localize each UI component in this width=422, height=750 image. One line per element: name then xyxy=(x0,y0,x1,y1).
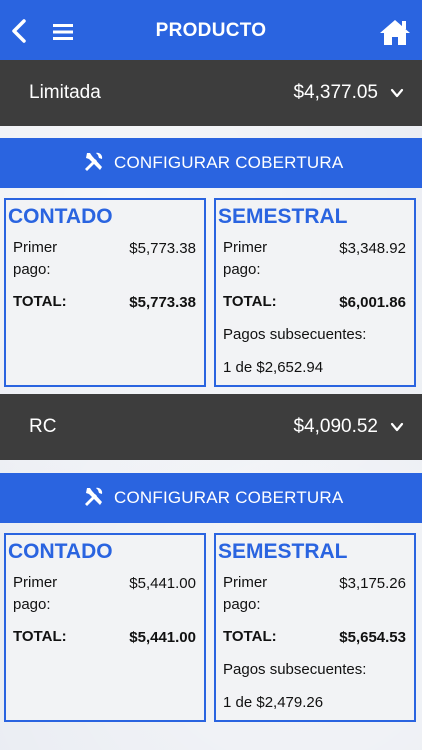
total-value: $5,773.38 xyxy=(129,294,196,311)
plan-name: RC xyxy=(29,416,57,437)
plan-price: $4,377.05 xyxy=(293,82,378,103)
home-icon[interactable] xyxy=(378,17,412,47)
plan-name: Limitada xyxy=(29,82,101,103)
semestral-card: SEMESTRAL Primer pago: $3,175.26 TOTAL: … xyxy=(214,533,416,722)
total-value: $6,001.86 xyxy=(339,294,406,311)
card-title: SEMESTRAL xyxy=(218,540,348,563)
plan-price: $4,090.52 xyxy=(293,416,378,437)
configure-coverage-label: CONFIGURAR COBERTURA xyxy=(114,153,344,172)
subsequent-payments-label: Pagos subsecuentes: xyxy=(223,661,367,678)
card-title: CONTADO xyxy=(8,205,113,228)
first-payment-label: Primer pago: xyxy=(13,239,58,278)
page-title: PRODUCTO xyxy=(155,20,267,41)
contado-card: CONTADO Primer pago: $5,773.38 TOTAL: $5… xyxy=(4,198,206,387)
total-value: $5,441.00 xyxy=(129,629,196,646)
total-label: TOTAL: xyxy=(13,628,67,645)
card-title: SEMESTRAL xyxy=(218,205,348,228)
first-payment-value: $3,175.26 xyxy=(339,575,406,592)
top-bar: PRODUCTO xyxy=(0,0,422,60)
plan-row-rc[interactable]: RC $4,090.52 xyxy=(0,394,422,460)
tools-icon xyxy=(85,152,103,171)
configure-coverage-button[interactable]: CONFIGURAR COBERTURA xyxy=(0,473,422,523)
total-label: TOTAL: xyxy=(223,628,277,645)
configure-coverage-label: CONFIGURAR COBERTURA xyxy=(114,488,344,507)
contado-card: CONTADO Primer pago: $5,441.00 TOTAL: $5… xyxy=(4,533,206,722)
total-label: TOTAL: xyxy=(223,293,277,310)
first-payment-value: $5,773.38 xyxy=(129,240,196,257)
first-payment-value: $3,348.92 xyxy=(339,240,406,257)
subsequent-payments-value: 1 de $2,479.26 xyxy=(223,694,324,711)
total-label: TOTAL: xyxy=(13,293,67,310)
chevron-down-icon xyxy=(390,422,404,432)
first-payment-value: $5,441.00 xyxy=(129,575,196,592)
card-title: CONTADO xyxy=(8,540,113,563)
first-payment-label: Primer pago: xyxy=(223,574,268,613)
subsequent-payments-label: Pagos subsecuentes: xyxy=(223,326,367,343)
configure-coverage-button[interactable]: CONFIGURAR COBERTURA xyxy=(0,138,422,188)
first-payment-label: Primer pago: xyxy=(13,574,58,613)
first-payment-label: Primer pago: xyxy=(223,239,268,278)
total-value: $5,654.53 xyxy=(339,629,406,646)
semestral-card: SEMESTRAL Primer pago: $3,348.92 TOTAL: … xyxy=(214,198,416,387)
subsequent-payments-value: 1 de $2,652.94 xyxy=(223,359,324,376)
tools-icon xyxy=(85,487,103,506)
plan-row-limitada[interactable]: Limitada $4,377.05 xyxy=(0,60,422,126)
chevron-down-icon xyxy=(390,88,404,98)
